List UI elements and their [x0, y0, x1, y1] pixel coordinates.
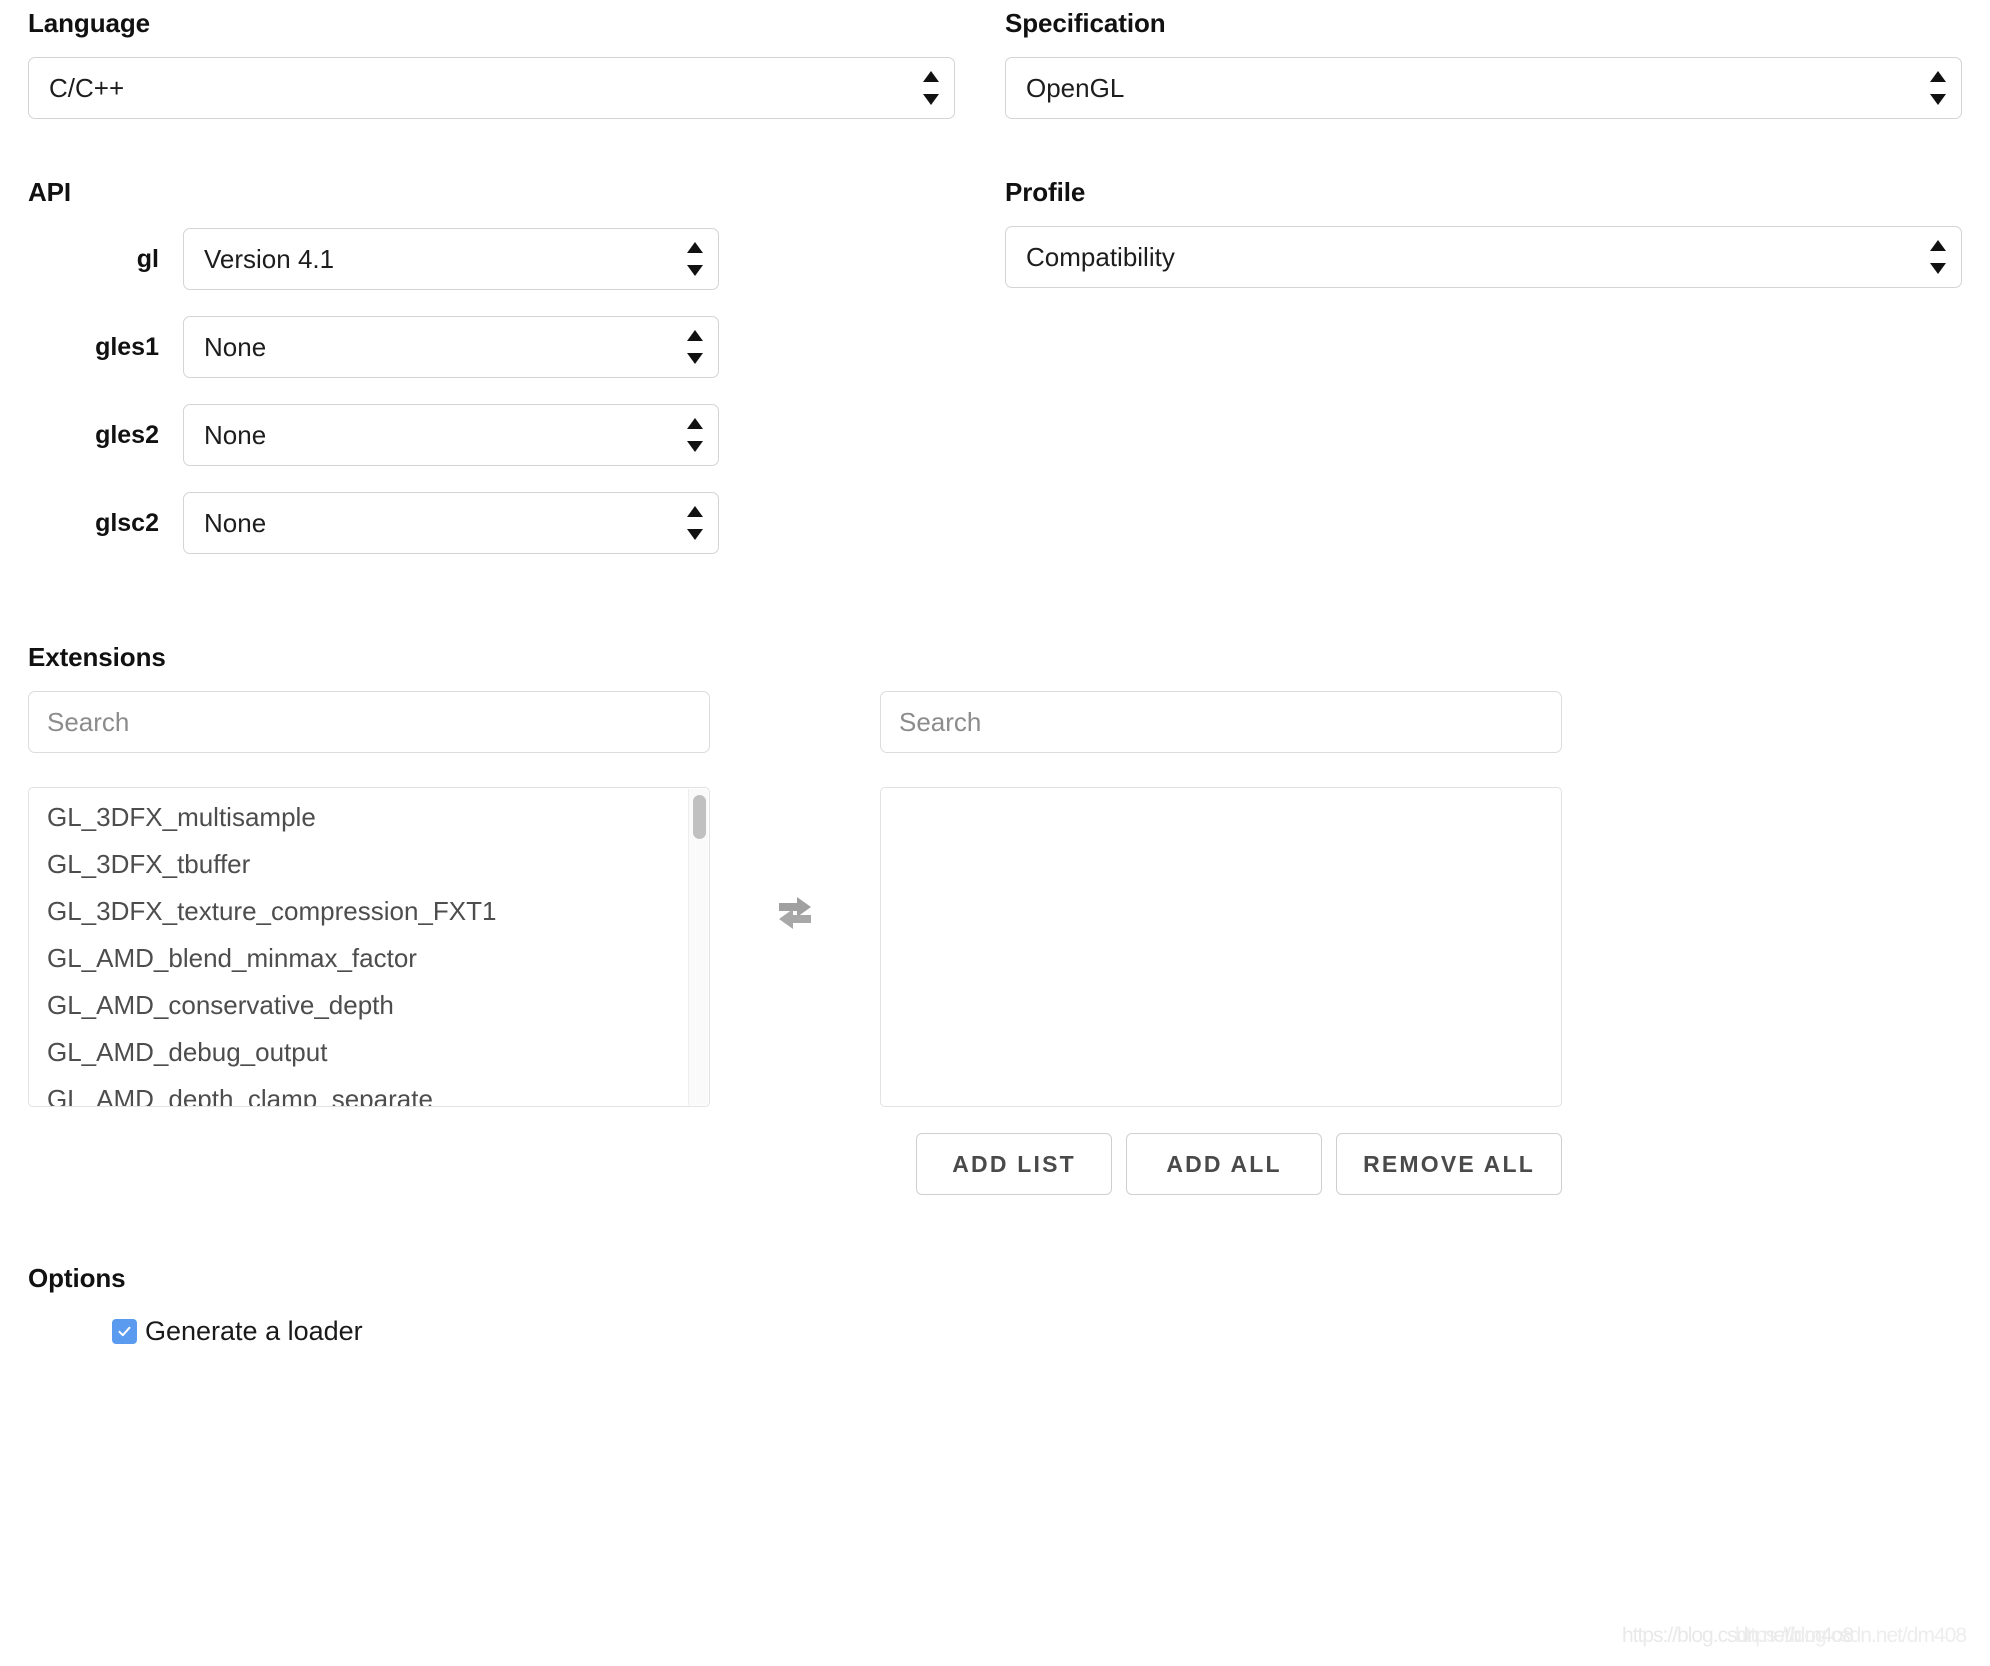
api-label: API [28, 177, 72, 207]
api-row-gles1: gles1 None [28, 316, 955, 378]
watermark: https://blog.csdn.net/dm4o8https://blog.… [1622, 1624, 1967, 1648]
profile-label: Profile [1005, 177, 1086, 207]
list-item[interactable]: GL_AMD_blend_minmax_factor [29, 935, 709, 982]
language-specification-row: Language C/C++ Specification OpenGL [28, 8, 1962, 119]
glad-generator-form: Language C/C++ Specification OpenGL API … [0, 8, 1990, 1666]
extensions-swap-column [710, 691, 880, 1195]
list-item[interactable]: GL_AMD_depth_clamp_separate [29, 1076, 709, 1106]
api-row-label: gles1 [95, 332, 159, 361]
list-item[interactable]: GL_3DFX_multisample [29, 794, 709, 841]
available-extensions-scrollbar[interactable] [688, 789, 708, 1105]
language-select[interactable]: C/C++ [28, 57, 955, 119]
watermark-line-a: https://blog.csdn.net/dm4o8 [1622, 1624, 1854, 1647]
api-gles1-select[interactable]: None [183, 316, 719, 378]
extensions-button-row: ADD LIST ADD ALL REMOVE ALL [880, 1133, 1562, 1195]
api-row-label: gles2 [95, 420, 159, 449]
selected-extensions-list-inner [881, 788, 1561, 794]
api-gl-select-wrapper[interactable]: Version 4.1 [183, 228, 719, 290]
selected-extensions-search-input[interactable] [880, 691, 1562, 753]
available-extensions-panel: GL_3DFX_multisample GL_3DFX_tbuffer GL_3… [28, 691, 710, 1195]
api-gl-select[interactable]: Version 4.1 [183, 228, 719, 290]
generate-a-loader-label: Generate a loader [145, 1316, 363, 1346]
api-gles2-select[interactable]: None [183, 404, 719, 466]
available-extensions-list[interactable]: GL_3DFX_multisample GL_3DFX_tbuffer GL_3… [28, 787, 710, 1107]
generate-a-loader-checkbox[interactable] [112, 1319, 137, 1344]
list-item[interactable]: GL_AMD_conservative_depth [29, 982, 709, 1029]
language-label: Language [28, 8, 150, 38]
remove-all-button[interactable]: REMOVE ALL [1336, 1133, 1562, 1195]
api-group: API gl Version 4.1 gles1 None gles2 None… [28, 177, 995, 580]
api-glsc2-select-wrapper[interactable]: None [183, 492, 719, 554]
extensions-area: GL_3DFX_multisample GL_3DFX_tbuffer GL_3… [28, 691, 1962, 1195]
list-item[interactable]: GL_3DFX_tbuffer [29, 841, 709, 888]
language-group: Language C/C++ [28, 8, 995, 119]
option-row-generate-a-loader: Generate a loader [28, 1316, 1962, 1347]
api-row-glsc2: glsc2 None [28, 492, 955, 554]
specification-label: Specification [1005, 8, 1166, 38]
profile-select[interactable]: Compatibility [1005, 226, 1962, 288]
add-all-button[interactable]: ADD ALL [1126, 1133, 1323, 1195]
api-glsc2-select[interactable]: None [183, 492, 719, 554]
available-extensions-search-input[interactable] [28, 691, 710, 753]
extensions-label: Extensions [28, 642, 166, 672]
api-row-label: gl [136, 244, 159, 273]
selected-extensions-panel: ADD LIST ADD ALL REMOVE ALL [880, 691, 1562, 1195]
list-item[interactable]: GL_AMD_debug_output [29, 1029, 709, 1076]
swap-horizontal-icon [767, 891, 823, 935]
list-item[interactable]: GL_3DFX_texture_compression_FXT1 [29, 888, 709, 935]
profile-select-wrapper[interactable]: Compatibility [1005, 226, 1962, 288]
api-profile-row: API gl Version 4.1 gles1 None gles2 None… [28, 119, 1962, 580]
options-group: Options Generate a loader [28, 1263, 1962, 1347]
selected-extensions-list[interactable] [880, 787, 1562, 1107]
specification-select-wrapper[interactable]: OpenGL [1005, 57, 1962, 119]
scrollbar-thumb[interactable] [693, 795, 706, 839]
add-list-button[interactable]: ADD LIST [916, 1133, 1113, 1195]
watermark-line-b: https://blog.csdn.net/dm408 [1735, 1624, 1967, 1647]
profile-group: Profile Compatibility [995, 177, 1962, 580]
api-gles1-select-wrapper[interactable]: None [183, 316, 719, 378]
api-row-gl: gl Version 4.1 [28, 228, 955, 290]
api-gles2-select-wrapper[interactable]: None [183, 404, 719, 466]
options-label: Options [28, 1263, 126, 1293]
specification-select[interactable]: OpenGL [1005, 57, 1962, 119]
api-row-gles2: gles2 None [28, 404, 955, 466]
specification-group: Specification OpenGL [995, 8, 1962, 119]
language-select-wrapper[interactable]: C/C++ [28, 57, 955, 119]
available-extensions-list-inner: GL_3DFX_multisample GL_3DFX_tbuffer GL_3… [29, 788, 709, 1106]
api-row-label: glsc2 [95, 508, 159, 537]
